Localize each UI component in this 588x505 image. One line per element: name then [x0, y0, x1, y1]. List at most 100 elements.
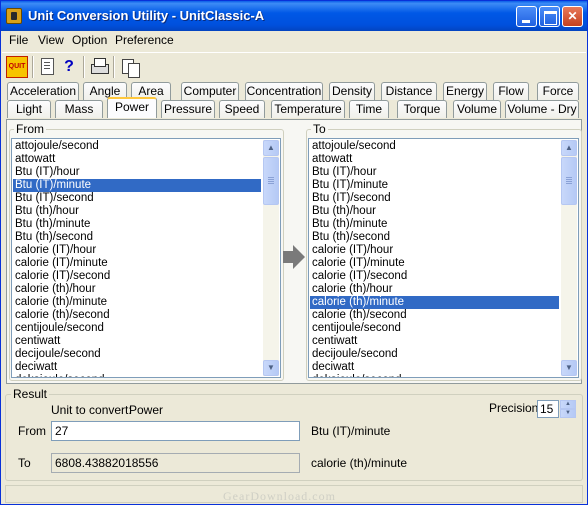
menu-view[interactable]: View: [38, 33, 64, 47]
from-list-item[interactable]: calorie (th)/minute: [13, 296, 261, 309]
from-label: From: [14, 122, 46, 136]
scroll-up-icon[interactable]: ▲: [561, 140, 577, 156]
tab-density[interactable]: Density: [329, 82, 375, 100]
print-icon[interactable]: [88, 56, 110, 78]
tab-light[interactable]: Light: [7, 100, 51, 118]
tab-speed[interactable]: Speed: [219, 100, 265, 118]
copy-icon[interactable]: [119, 56, 141, 78]
to-listbox[interactable]: attojoule/second attowatt Btu (IT)/hour Btu…: [308, 138, 579, 378]
from-list-item[interactable]: calorie (IT)/second: [13, 270, 261, 283]
from-list-item[interactable]: dekajoule/second: [13, 374, 261, 377]
to-list-item[interactable]: attojoule/second: [310, 140, 559, 153]
to-list-item[interactable]: Btu (IT)/minute: [310, 179, 559, 192]
from-list-item[interactable]: attowatt: [13, 153, 261, 166]
from-value-label: From: [18, 424, 46, 438]
from-list-item[interactable]: deciwatt: [13, 361, 261, 374]
tab-computer[interactable]: Computer: [181, 82, 239, 100]
to-list-item[interactable]: decijoule/second: [310, 348, 559, 361]
to-value-output[interactable]: 6808.43882018556: [51, 453, 300, 473]
from-list-item[interactable]: attojoule/second: [13, 140, 261, 153]
to-list-item[interactable]: dekajoule/second: [310, 374, 559, 377]
to-list-item[interactable]: calorie (th)/hour: [310, 283, 559, 296]
tab-temperature[interactable]: Temperature: [271, 100, 345, 118]
from-value-input[interactable]: 27: [51, 421, 300, 441]
tab-concentration[interactable]: Concentration: [245, 82, 323, 100]
to-list-item[interactable]: Btu (IT)/hour: [310, 166, 559, 179]
from-scrollbar[interactable]: ▲ ▼: [263, 140, 279, 376]
spin-up-icon[interactable]: ▲: [560, 400, 576, 409]
quit-icon[interactable]: QUIT: [6, 56, 28, 78]
from-list-item[interactable]: calorie (th)/second: [13, 309, 261, 322]
document-icon[interactable]: [36, 56, 58, 78]
to-list-item[interactable]: centiwatt: [310, 335, 559, 348]
to-list-items: attojoule/second attowatt Btu (IT)/hour Btu…: [310, 140, 559, 377]
watermark: GearDownload.com: [223, 489, 336, 503]
to-list-item[interactable]: calorie (th)/minute: [310, 296, 559, 309]
tab-torque[interactable]: Torque: [397, 100, 447, 118]
tab-mass[interactable]: Mass: [55, 100, 103, 118]
to-list-item[interactable]: calorie (IT)/minute: [310, 257, 559, 270]
title-bar[interactable]: Unit Conversion Utility - UnitClassic-A …: [1, 1, 587, 31]
scroll-up-icon[interactable]: ▲: [263, 140, 279, 156]
tab-volume-dry[interactable]: Volume - Dry: [505, 100, 579, 118]
close-button[interactable]: ✕: [562, 6, 583, 27]
minimize-button[interactable]: [516, 6, 537, 27]
to-list-item[interactable]: calorie (IT)/hour: [310, 244, 559, 257]
from-list-item[interactable]: Btu (IT)/hour: [13, 166, 261, 179]
spin-down-icon[interactable]: ▼: [560, 409, 576, 418]
to-list-item[interactable]: calorie (IT)/second: [310, 270, 559, 283]
tab-time[interactable]: Time: [349, 100, 389, 118]
tab-power[interactable]: Power: [107, 97, 157, 118]
from-list-item[interactable]: calorie (IT)/minute: [13, 257, 261, 270]
to-scrollbar[interactable]: ▲ ▼: [561, 140, 577, 376]
from-list-item[interactable]: Btu (th)/second: [13, 231, 261, 244]
maximize-button[interactable]: [539, 6, 560, 27]
tab-distance[interactable]: Distance: [381, 82, 437, 100]
unit-caption: Unit to convert:: [51, 403, 132, 417]
scroll-down-icon[interactable]: ▼: [263, 360, 279, 376]
convert-arrow-icon[interactable]: [283, 243, 305, 271]
window-title: Unit Conversion Utility - UnitClassic-A: [28, 8, 265, 23]
scroll-thumb[interactable]: [263, 157, 279, 205]
help-icon[interactable]: ?: [58, 56, 80, 78]
tab-energy[interactable]: Energy: [443, 82, 487, 100]
toolbar-separator: [83, 56, 85, 78]
to-list-item[interactable]: Btu (th)/minute: [310, 218, 559, 231]
tab-acceleration[interactable]: Acceleration: [7, 82, 79, 100]
app-icon: [6, 8, 22, 24]
from-list-item[interactable]: Btu (IT)/minute: [13, 179, 261, 192]
scroll-thumb[interactable]: [561, 157, 577, 205]
from-list-item[interactable]: Btu (th)/minute: [13, 218, 261, 231]
from-list-item[interactable]: Btu (IT)/second: [13, 192, 261, 205]
to-unit-label: calorie (th)/minute: [311, 456, 408, 470]
scroll-down-icon[interactable]: ▼: [561, 360, 577, 376]
from-list-items: attojoule/second attowatt Btu (IT)/hour Btu…: [13, 140, 261, 377]
to-list-item[interactable]: Btu (th)/hour: [310, 205, 559, 218]
from-listbox[interactable]: attojoule/second attowatt Btu (IT)/hour Btu…: [11, 138, 281, 378]
tab-flow[interactable]: Flow: [493, 82, 529, 100]
from-unit-label: Btu (IT)/minute: [311, 424, 391, 438]
menu-file[interactable]: File: [9, 33, 28, 47]
to-list-item[interactable]: deciwatt: [310, 361, 559, 374]
menu-preference[interactable]: Preference: [115, 33, 174, 47]
to-label: To: [311, 122, 328, 136]
from-list-item[interactable]: calorie (IT)/hour: [13, 244, 261, 257]
to-list-item[interactable]: Btu (th)/second: [310, 231, 559, 244]
from-list-item[interactable]: centiwatt: [13, 335, 261, 348]
toolbar-separator: [113, 56, 115, 78]
from-list-item[interactable]: Btu (th)/hour: [13, 205, 261, 218]
from-list-item[interactable]: centijoule/second: [13, 322, 261, 335]
tab-force[interactable]: Force: [537, 82, 579, 100]
toolbar: QUIT ?: [2, 52, 586, 80]
to-list-item[interactable]: Btu (IT)/second: [310, 192, 559, 205]
to-list-item[interactable]: attowatt: [310, 153, 559, 166]
menu-option[interactable]: Option: [72, 33, 107, 47]
menu-bar: File View Option Preference: [2, 31, 586, 50]
tab-pressure[interactable]: Pressure: [161, 100, 215, 118]
from-list-item[interactable]: decijoule/second: [13, 348, 261, 361]
from-list-item[interactable]: calorie (th)/hour: [13, 283, 261, 296]
to-list-item[interactable]: centijoule/second: [310, 322, 559, 335]
precision-input[interactable]: 15: [537, 400, 559, 418]
to-list-item[interactable]: calorie (th)/second: [310, 309, 559, 322]
tab-volume[interactable]: Volume: [453, 100, 501, 118]
